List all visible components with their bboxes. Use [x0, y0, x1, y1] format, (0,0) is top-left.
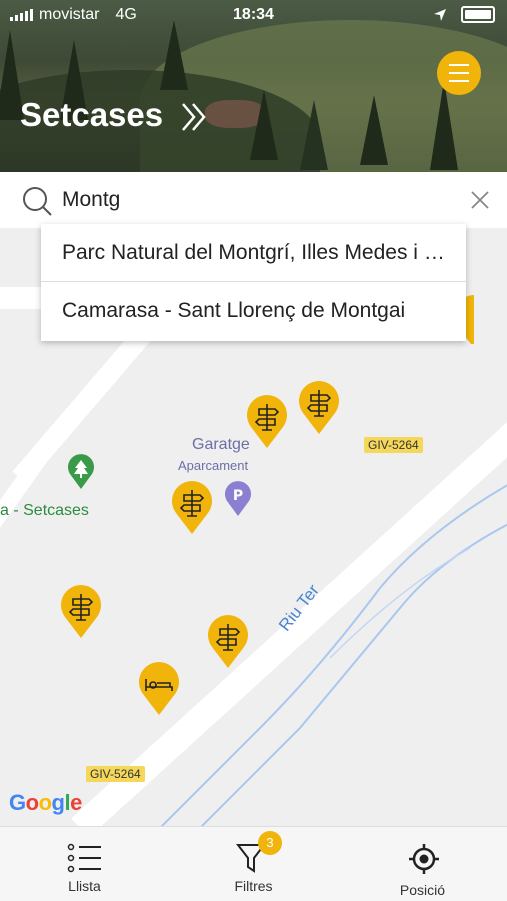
status-time: 18:34: [233, 6, 274, 23]
filter-count-badge: 3: [258, 831, 282, 855]
search-icon: [23, 187, 52, 216]
tab-label: Filtres: [234, 878, 273, 894]
tab-llista[interactable]: Llista: [0, 827, 169, 901]
search-bar: [0, 172, 507, 228]
header-tree: [250, 90, 278, 160]
status-bar: movistar 4G 18:34: [0, 0, 507, 30]
tab-bar: Llista 3 Filtres Posició: [0, 826, 507, 901]
signpost-pin[interactable]: [297, 380, 341, 436]
park-pin[interactable]: [67, 454, 95, 490]
close-icon[interactable]: [468, 188, 492, 212]
suggestions-dropdown: Parc Natural del Montgrí, Illes Medes i …: [41, 224, 466, 341]
road-badge: GIV-5264: [86, 766, 145, 782]
park-label: a - Setcases: [0, 502, 89, 519]
svg-text:P: P: [233, 488, 243, 504]
header: movistar 4G 18:34 Setcases: [0, 0, 507, 172]
header-tree: [300, 100, 328, 170]
parking-pin[interactable]: P: [224, 481, 252, 517]
locate-icon: [409, 844, 439, 874]
lodging-pin[interactable]: [137, 661, 181, 717]
signpost-pin[interactable]: [59, 584, 103, 640]
tab-label: Llista: [68, 878, 101, 894]
signpost-pin[interactable]: [170, 480, 214, 536]
page-title: Setcases: [20, 96, 164, 133]
suggestion-item[interactable]: Parc Natural del Montgrí, Illes Medes i …: [41, 224, 466, 282]
tab-posicio[interactable]: Posició: [338, 827, 507, 901]
garage-label: Garatge: [192, 436, 250, 453]
header-tree: [160, 20, 188, 90]
search-input[interactable]: [62, 185, 442, 215]
menu-button[interactable]: [437, 51, 481, 95]
google-logo: Google: [9, 790, 82, 815]
battery-icon: [461, 6, 495, 23]
chevron-right-icon[interactable]: [180, 100, 210, 134]
signpost-pin[interactable]: [245, 394, 289, 450]
tab-label: Posició: [399, 882, 446, 898]
tab-filtres[interactable]: 3 Filtres: [169, 827, 338, 901]
header-tree: [360, 95, 388, 165]
location-arrow-icon: [434, 8, 446, 21]
suggestion-item[interactable]: Camarasa - Sant Llorenç de Montgai: [41, 282, 466, 340]
list-icon: [67, 843, 101, 873]
road-badge: GIV-5264: [364, 437, 423, 453]
status-right: [433, 6, 495, 23]
signpost-pin[interactable]: [206, 614, 250, 670]
garage-type-label: Aparcament: [178, 458, 249, 473]
